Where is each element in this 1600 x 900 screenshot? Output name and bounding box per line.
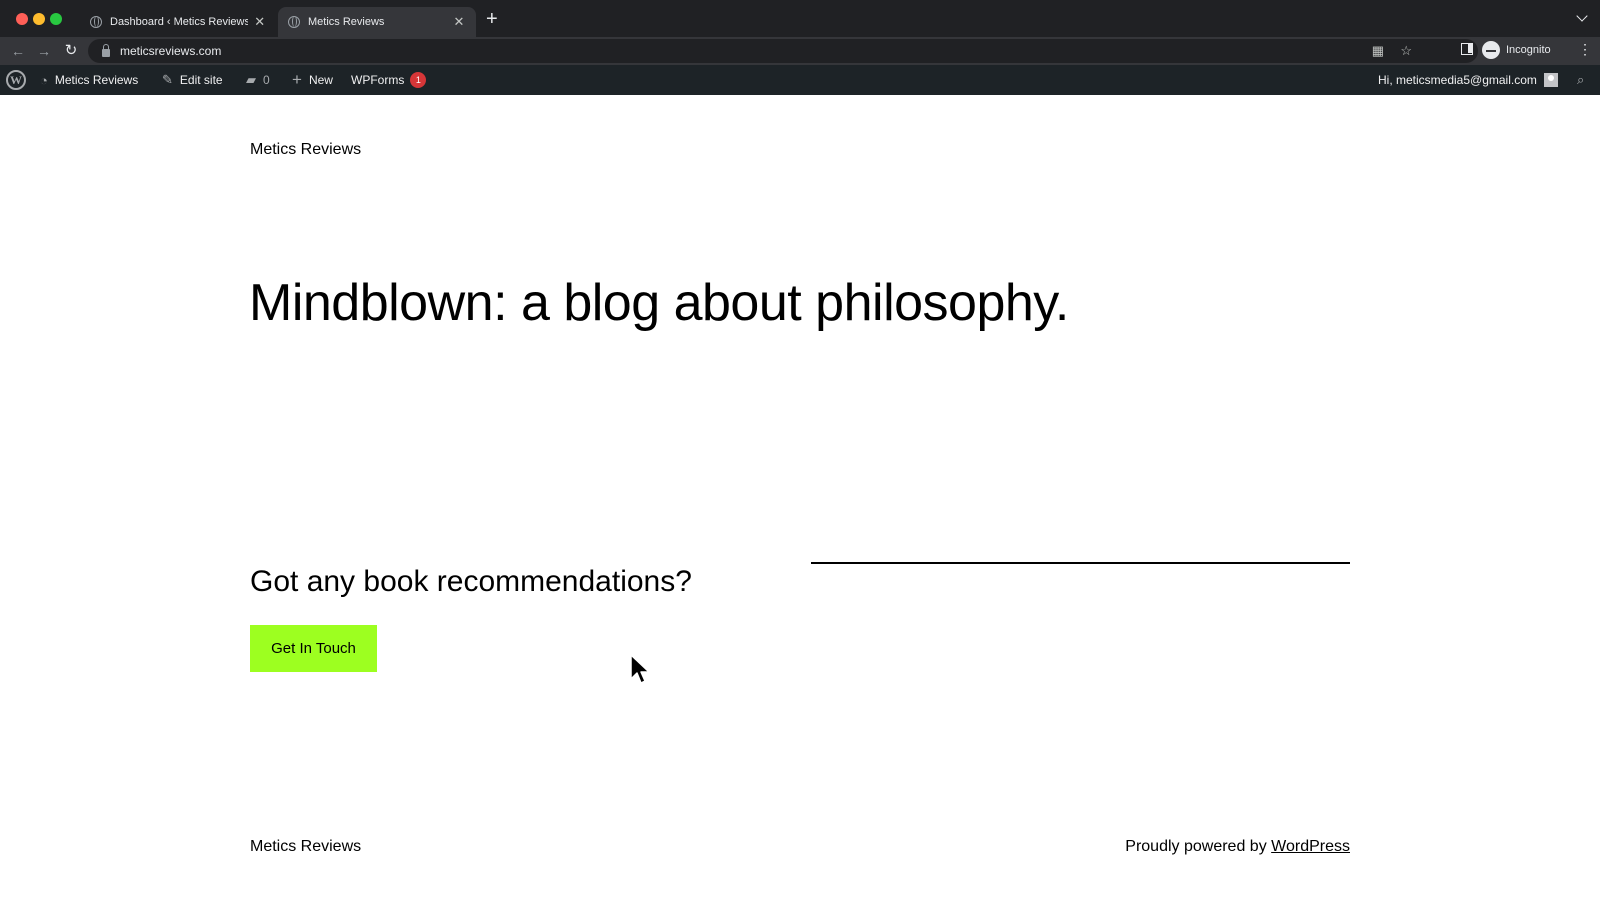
incognito-icon — [1482, 41, 1500, 59]
globe-icon — [288, 16, 300, 28]
get-in-touch-button[interactable]: Get In Touch — [250, 625, 377, 672]
dashboard-icon: ◔ — [40, 72, 48, 88]
globe-icon — [90, 16, 102, 28]
wp-admin-bar: W ◔ Metics Reviews ✎ Edit site ▰ 0 + New… — [0, 65, 1600, 95]
minimize-window-button[interactable] — [33, 13, 45, 25]
comments-count: 0 — [263, 73, 270, 87]
forward-button[interactable]: → — [34, 41, 54, 61]
new-label: New — [308, 73, 333, 87]
hero-heading: Mindblown: a blog about philosophy. — [249, 274, 1069, 332]
site-name-label: Metics Reviews — [54, 73, 139, 87]
edit-icon: ✎ — [162, 72, 173, 87]
admin-bar-comments[interactable]: ▰ 0 — [246, 65, 270, 95]
avatar — [1543, 73, 1558, 87]
maximize-window-button[interactable] — [50, 13, 62, 25]
incognito-label: Incognito — [1506, 44, 1551, 56]
reload-button[interactable]: ↻ — [61, 41, 81, 61]
search-icon[interactable]: ⌕ — [1577, 65, 1584, 95]
browser-menu-icon[interactable]: ⋮ — [1578, 42, 1592, 56]
mouse-cursor-icon — [630, 654, 650, 684]
comment-icon: ▰ — [246, 72, 256, 87]
new-tab-button[interactable]: + — [486, 9, 498, 29]
close-window-button[interactable] — [16, 13, 28, 25]
plus-icon: + — [292, 70, 302, 89]
separator-line — [811, 562, 1350, 564]
admin-bar-site-name[interactable]: ◔ Metics Reviews — [40, 65, 138, 95]
qr-code-icon[interactable]: ▦ — [1372, 39, 1384, 63]
address-bar[interactable]: meticsreviews.com ▦ ☆ — [88, 39, 1478, 63]
account-greeting: Hi, meticsmedia5@gmail.com — [1378, 73, 1537, 87]
bookmark-star-icon[interactable]: ☆ — [1400, 39, 1412, 63]
chevron-down-icon[interactable] — [1576, 10, 1588, 22]
cta-heading: Got any book recommendations? — [250, 565, 692, 598]
wpforms-label: WPForms — [351, 73, 405, 87]
url-text: meticsreviews.com — [120, 44, 222, 58]
lock-icon — [102, 43, 110, 57]
notification-badge: 1 — [410, 72, 427, 88]
close-tab-icon[interactable]: ✕ — [254, 14, 267, 30]
footer-credit: Proudly powered by WordPress — [1125, 838, 1350, 856]
tab-strip: Dashboard ‹ Metics Reviews — ✕ Metics Re… — [0, 0, 1600, 37]
page-content: Metics Reviews Mindblown: a blog about p… — [0, 95, 1600, 900]
footer-site-title[interactable]: Metics Reviews — [250, 838, 361, 856]
back-button[interactable]: ← — [8, 41, 28, 61]
close-tab-icon[interactable]: ✕ — [452, 14, 466, 30]
tab-title: Dashboard ‹ Metics Reviews — — [110, 16, 248, 28]
side-panel-icon[interactable] — [1461, 43, 1473, 55]
edit-site-label: Edit site — [179, 73, 223, 87]
wordpress-link[interactable]: WordPress — [1271, 838, 1350, 855]
incognito-profile-button[interactable]: Incognito — [1482, 39, 1551, 61]
site-title-link[interactable]: Metics Reviews — [250, 141, 361, 159]
tab-title: Metics Reviews — [308, 16, 385, 28]
admin-bar-wpforms[interactable]: WPForms 1 — [351, 65, 427, 95]
tab-metics-reviews[interactable]: Metics Reviews ✕ — [278, 7, 476, 37]
admin-bar-edit-site[interactable]: ✎ Edit site — [162, 65, 223, 95]
admin-bar-account[interactable]: Hi, meticsmedia5@gmail.com — [1378, 65, 1558, 95]
footer-credit-prefix: Proudly powered by — [1125, 838, 1267, 855]
wordpress-logo-icon[interactable]: W — [6, 70, 26, 90]
tab-dashboard[interactable]: Dashboard ‹ Metics Reviews — ✕ — [80, 7, 276, 37]
browser-toolbar: ← → ↻ meticsreviews.com ▦ ☆ — [0, 37, 1600, 65]
admin-bar-new[interactable]: + New — [292, 65, 333, 95]
